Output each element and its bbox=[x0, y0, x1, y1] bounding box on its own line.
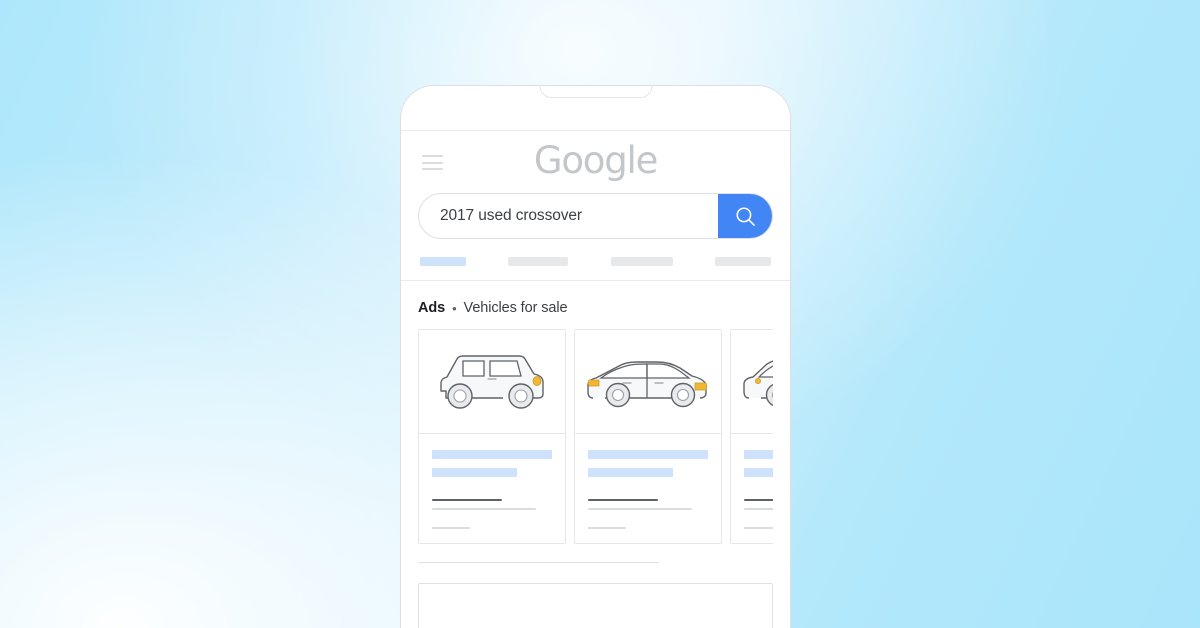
tab-more[interactable] bbox=[714, 257, 771, 266]
detail-placeholder bbox=[744, 508, 773, 510]
google-logo: Google bbox=[418, 131, 773, 189]
ad-card-sedan[interactable] bbox=[574, 329, 722, 544]
search-bar[interactable]: 2017 used crossover bbox=[418, 193, 773, 239]
ad-card-suv-image bbox=[419, 330, 565, 434]
ads-separator: • bbox=[452, 300, 457, 316]
price-placeholder bbox=[588, 499, 658, 501]
tab-images[interactable] bbox=[508, 257, 569, 266]
ad-card-hatchback-image bbox=[731, 330, 773, 434]
sedan-illustration bbox=[587, 360, 708, 407]
title-placeholder bbox=[588, 450, 708, 459]
ads-label: Ads bbox=[418, 300, 446, 316]
ad-card-hatchback-body bbox=[731, 434, 773, 543]
ad-card-sedan-body bbox=[575, 434, 721, 543]
phone-speaker bbox=[539, 86, 652, 98]
hatchback-illustration bbox=[743, 359, 773, 406]
source-placeholder bbox=[744, 527, 773, 529]
ad-card-suv-body bbox=[419, 434, 565, 543]
suv-illustration bbox=[440, 354, 544, 409]
ad-card-sedan-image bbox=[575, 330, 721, 434]
detail-placeholder bbox=[588, 508, 693, 510]
results-divider bbox=[418, 562, 660, 563]
ad-card-carousel[interactable] bbox=[418, 329, 773, 544]
detail-placeholder bbox=[432, 508, 537, 510]
search-header: Google 2017 used crossover bbox=[401, 131, 790, 281]
search-tabs bbox=[418, 257, 773, 266]
search-results: Ads • Vehicles for sale bbox=[401, 281, 790, 628]
search-button[interactable] bbox=[718, 194, 772, 238]
subtitle-placeholder bbox=[744, 468, 773, 477]
phone-mockup: Google 2017 used crossover Ads • Vehicle… bbox=[400, 85, 791, 628]
ads-category: Vehicles for sale bbox=[463, 300, 568, 316]
price-placeholder bbox=[432, 499, 502, 501]
title-placeholder bbox=[432, 450, 552, 459]
ad-card-hatchback[interactable] bbox=[730, 329, 773, 544]
tab-all[interactable] bbox=[420, 257, 466, 266]
phone-status-bar bbox=[401, 86, 790, 131]
title-placeholder bbox=[744, 450, 773, 459]
ads-header: Ads • Vehicles for sale bbox=[418, 281, 773, 329]
search-icon bbox=[736, 206, 755, 226]
google-logo-text: Google bbox=[533, 138, 658, 182]
source-placeholder bbox=[432, 527, 471, 529]
subtitle-placeholder bbox=[588, 468, 674, 477]
source-placeholder bbox=[588, 527, 627, 529]
tab-news[interactable] bbox=[610, 257, 673, 266]
search-input[interactable]: 2017 used crossover bbox=[419, 207, 718, 225]
price-placeholder bbox=[744, 499, 773, 501]
hamburger-menu-icon[interactable] bbox=[422, 155, 443, 170]
ad-card-suv[interactable] bbox=[418, 329, 566, 544]
next-result-card[interactable] bbox=[418, 583, 773, 628]
subtitle-placeholder bbox=[432, 468, 518, 477]
